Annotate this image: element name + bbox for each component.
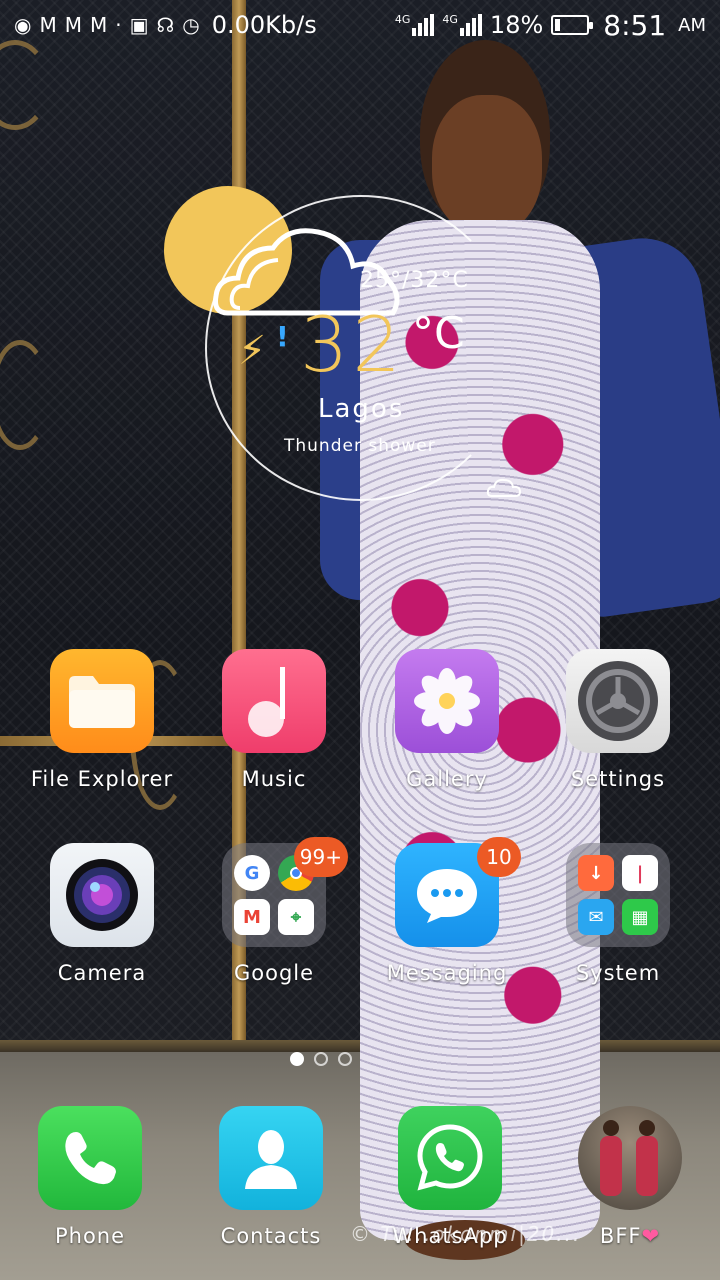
app-label: Messaging	[386, 961, 508, 985]
status-bar[interactable]: ◉ M M M · ▣ ☊ ◷ 0.00Kb/s 4G 4G 18% 8:51 A…	[0, 0, 720, 50]
app-label: Settings	[570, 767, 666, 791]
weather-description: Thunder shower	[284, 436, 436, 456]
app-messaging[interactable]: 10 Messaging	[361, 837, 533, 1013]
app-label: File Explorer	[30, 767, 174, 791]
app-google-folder[interactable]: G M ⌖ 99+ Google	[188, 837, 360, 1013]
temperature-range: 25°/32°C	[360, 268, 469, 293]
app-label: Phone	[54, 1224, 126, 1248]
battery-icon	[551, 15, 594, 35]
page-dot	[290, 1052, 304, 1066]
page-dot	[338, 1052, 352, 1066]
gmail-icon: M	[64, 13, 82, 37]
current-temperature: 32	[300, 300, 405, 389]
folder-icon	[50, 649, 154, 753]
app-file-explorer[interactable]: File Explorer	[16, 649, 188, 819]
dot-icon: ·	[115, 13, 122, 37]
temperature-unit: °C	[412, 308, 465, 359]
music-note-icon	[222, 649, 326, 753]
page-indicator[interactable]	[290, 1052, 352, 1066]
dock-whatsapp[interactable]: WhatsApp	[364, 1106, 536, 1276]
app-label: Google	[233, 961, 315, 985]
battery-percent: 18%	[489, 11, 544, 39]
app-label: Contacts	[220, 1224, 322, 1248]
alarm-icon: ◷	[182, 13, 200, 37]
dock-bff[interactable]: BFF❤	[544, 1106, 716, 1276]
heart-icon: ❤	[641, 1224, 661, 1248]
phone-icon	[38, 1106, 142, 1210]
sim-card-icon: ▣	[129, 13, 149, 37]
gmail-icon: M	[234, 899, 270, 935]
clock-ampm: AM	[678, 14, 706, 36]
notification-badge: 99+	[293, 837, 348, 877]
alert-icon: !	[276, 320, 289, 353]
camera-lens-icon	[50, 843, 154, 947]
signal-icon: 4G	[395, 14, 435, 36]
app-label: Camera	[57, 961, 147, 985]
download-icon: ↓	[578, 855, 614, 891]
small-cloud-icon	[486, 478, 522, 497]
clock-time: 8:51	[603, 8, 667, 42]
page-dot	[314, 1052, 328, 1066]
headset-icon: ☊	[156, 13, 175, 37]
app-label: Gallery	[406, 767, 488, 791]
app-music[interactable]: Music	[188, 649, 360, 819]
app-gallery[interactable]: Gallery	[361, 649, 533, 819]
dock-phone[interactable]: Phone	[4, 1106, 176, 1276]
google-folder-icon: G M ⌖ 99+	[222, 837, 348, 947]
app-label: Music	[241, 767, 307, 791]
photo-avatar-icon	[578, 1106, 682, 1210]
app-system-folder[interactable]: ↓ | ✉ ▦ System	[532, 843, 704, 1013]
app-label: System	[575, 961, 661, 985]
gmail-icon: M	[39, 13, 57, 37]
google-g-icon: G	[234, 855, 270, 891]
gmail-icon: M	[89, 13, 108, 37]
app-camera[interactable]: Camera	[16, 843, 188, 1013]
maps-pin-icon: ⌖	[278, 899, 314, 935]
notification-badge: 10	[477, 837, 521, 877]
system-folder-icon: ↓ | ✉ ▦	[566, 843, 670, 947]
wallpaper-watermark: © Tu...okonmi|20...	[350, 1222, 582, 1246]
contact-person-icon	[219, 1106, 323, 1210]
location-icon: ◉	[14, 13, 32, 37]
gear-icon	[566, 649, 670, 753]
network-speed: 0.00Kb/s	[211, 11, 317, 39]
weather-widget[interactable]: ⚡ ! 25°/32°C 32 °C Lagos Thunder shower	[160, 180, 540, 510]
signal-icon: 4G	[442, 14, 482, 36]
dock-contacts[interactable]: Contacts	[185, 1106, 357, 1276]
flower-icon	[395, 649, 499, 753]
weather-city: Lagos	[318, 394, 405, 424]
whatsapp-icon	[398, 1106, 502, 1210]
chat-bubble-icon: 10	[395, 837, 521, 947]
apps-grid-icon: ▦	[622, 899, 658, 935]
recorder-icon: |	[622, 855, 658, 891]
lightning-icon: ⚡	[238, 328, 267, 374]
app-settings[interactable]: Settings	[532, 649, 704, 819]
app-label: BFF❤	[599, 1224, 661, 1248]
email-icon: ✉	[578, 899, 614, 935]
